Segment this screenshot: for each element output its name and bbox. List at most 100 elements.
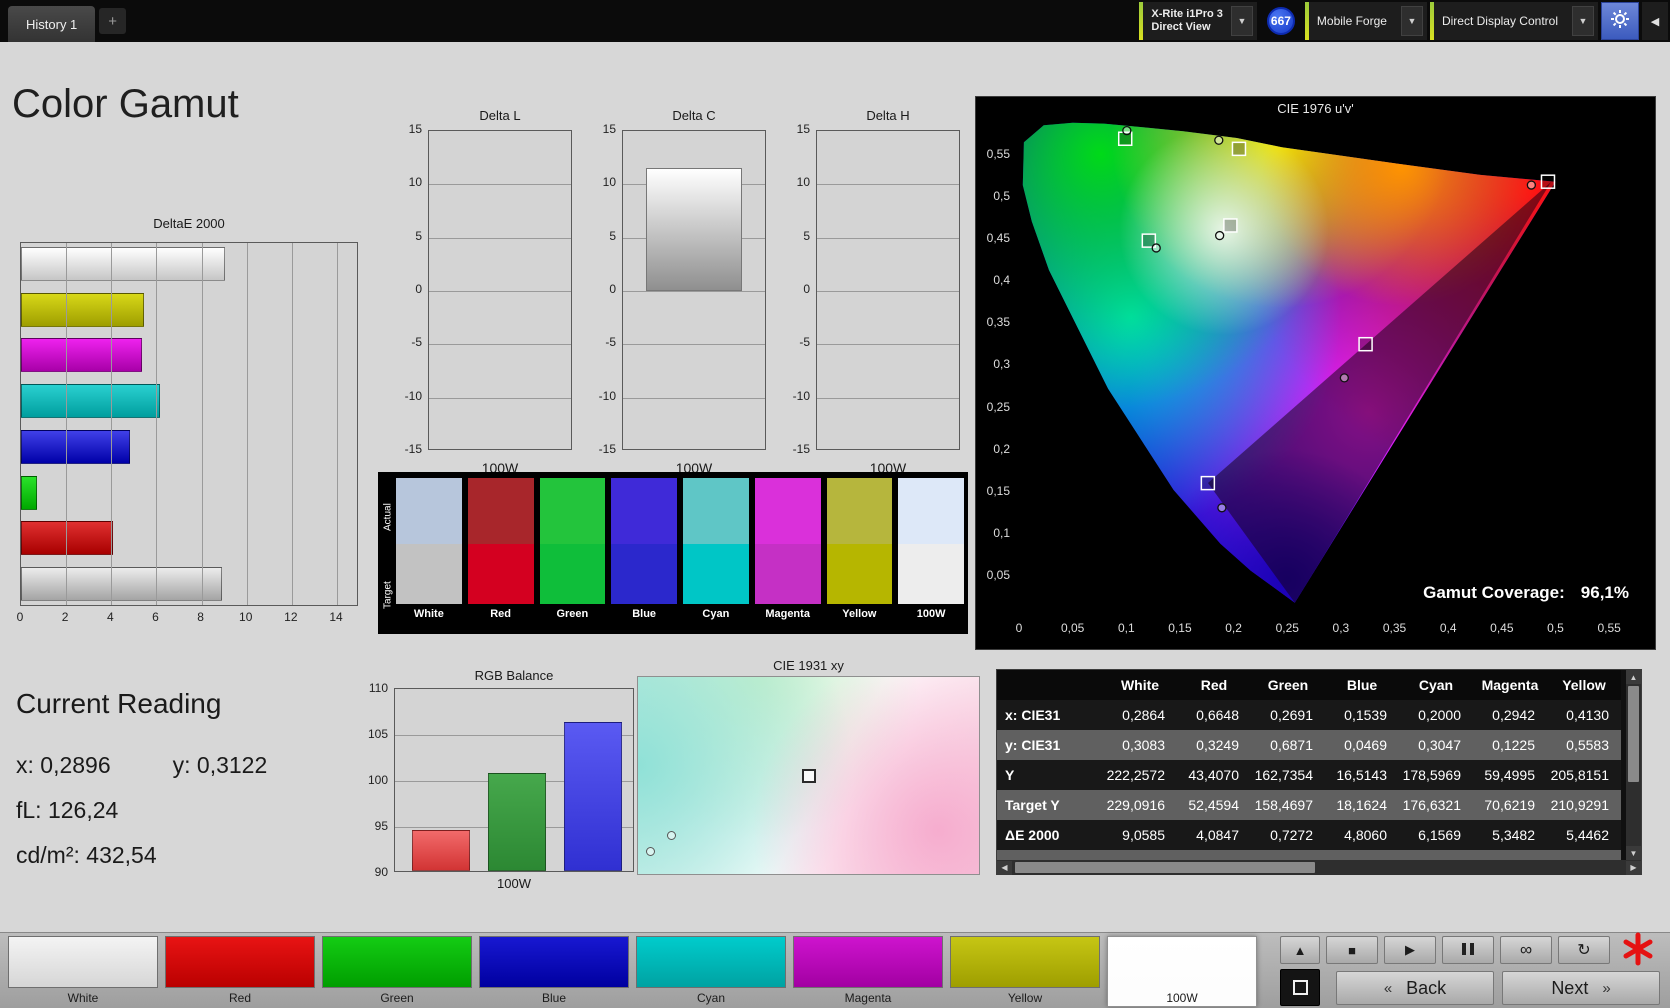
- table-header: Red: [1177, 670, 1251, 700]
- pattern-scroll-up-button[interactable]: ▲: [1280, 936, 1320, 964]
- gridline: [337, 243, 338, 605]
- stop-icon: ■: [1348, 943, 1356, 958]
- chart-title: Delta C: [622, 108, 766, 123]
- y-tick-label: 10: [398, 175, 422, 189]
- reading-x: x: 0,2896: [16, 752, 111, 779]
- pattern-window-button[interactable]: [1280, 969, 1320, 1006]
- xy-measured-point: [667, 831, 676, 840]
- gamut-coverage: Gamut Coverage: 96,1%: [1423, 583, 1629, 603]
- delta-l-chart: Delta L 151050-5-10-15 100W: [398, 108, 576, 488]
- pattern-swatch: [1109, 938, 1255, 988]
- cie1931-plot: [637, 676, 980, 875]
- cie-measured-blue: [1218, 504, 1226, 512]
- table-cell: 52,4594: [1177, 790, 1251, 820]
- pattern-swatch: [165, 936, 315, 988]
- y-tick-label: 0: [786, 282, 810, 296]
- pattern-button-magenta[interactable]: Magenta: [793, 936, 943, 1007]
- table-cell: 5,4462: [1547, 820, 1621, 850]
- play-button[interactable]: ▶: [1384, 936, 1436, 964]
- table-vertical-scrollbar[interactable]: ▲ ▼: [1626, 670, 1641, 860]
- table-header: [997, 670, 1103, 700]
- settings-button[interactable]: [1601, 2, 1639, 40]
- deltae2000-chart: DeltaE 2000 02468101214: [20, 216, 365, 636]
- window-square-icon: [1293, 980, 1308, 995]
- pattern-swatch: [636, 936, 786, 988]
- cie-target-white: [1224, 219, 1237, 232]
- rgb-bar-red: [412, 830, 470, 871]
- table-cell: 162,7354: [1251, 760, 1325, 790]
- current-reading: Current Reading x: 0,2896 y: 0,3122 fL: …: [16, 688, 267, 887]
- infinity-icon: ∞: [1520, 940, 1532, 960]
- x-tick-label: 4: [107, 610, 114, 624]
- y-tick-label: 0,2: [976, 442, 1010, 456]
- source-dropdown[interactable]: Mobile Forge ▼: [1305, 2, 1427, 40]
- table-cell: 0,6648: [1177, 700, 1251, 730]
- scrollbar-thumb[interactable]: [1015, 862, 1315, 873]
- delta-c-plot: [622, 130, 766, 450]
- pattern-button-green[interactable]: Green: [322, 936, 472, 1007]
- pattern-button-blue[interactable]: Blue: [479, 936, 629, 1007]
- next-button[interactable]: Next »: [1502, 971, 1660, 1005]
- pattern-button-white[interactable]: White: [8, 936, 158, 1007]
- pattern-label: 100W: [1109, 991, 1255, 1005]
- scroll-down-icon[interactable]: ▼: [1626, 846, 1641, 860]
- y-tick-label: 0: [398, 282, 422, 296]
- y-tick-label: 0,55: [976, 147, 1010, 161]
- pause-button[interactable]: [1442, 936, 1494, 964]
- chevron-down-icon[interactable]: ▼: [1231, 6, 1253, 36]
- gridline: [156, 243, 157, 605]
- cie1976-x-axis: 00,050,10,150,20,250,30,350,40,450,50,55: [976, 621, 1655, 637]
- delta-h-plot: [816, 130, 960, 450]
- pattern-label: White: [8, 991, 158, 1005]
- table-horizontal-scrollbar[interactable]: ◀ ▶: [997, 860, 1641, 875]
- chart-title: Delta L: [428, 108, 572, 123]
- gamut-coverage-value: 96,1%: [1581, 583, 1629, 603]
- pattern-bar: White RedGreenBlue Cyan Magenta Yellow 100W ▲…: [0, 932, 1670, 1008]
- table-cell: 0,2691: [1251, 700, 1325, 730]
- table-row-label: ΔE ITP: [997, 850, 1103, 860]
- add-tab-button[interactable]: +: [99, 8, 126, 34]
- table-cell: 0,3083: [1103, 730, 1177, 760]
- pattern-label: Cyan: [636, 991, 786, 1005]
- refresh-button[interactable]: ↻: [1558, 936, 1610, 964]
- meter-dropdown[interactable]: X-Rite i1Pro 3 Direct View ▼: [1139, 2, 1257, 40]
- rgb-bar-blue: [564, 722, 622, 871]
- actual-swatch: [898, 478, 964, 544]
- scroll-right-icon[interactable]: ▶: [1626, 861, 1641, 875]
- continuous-measure-button[interactable]: ∞: [1500, 936, 1552, 964]
- pattern-label: Yellow: [950, 991, 1100, 1005]
- scrollbar-thumb[interactable]: [1628, 686, 1639, 782]
- y-tick-label: -15: [786, 442, 810, 456]
- spectral-locus-fill: [1019, 112, 1655, 617]
- table-cell: 0,2000: [1399, 700, 1473, 730]
- actual-target-swatch-strip: Actual Target WhiteRedGreenBlueCyanMagen…: [378, 472, 968, 634]
- pattern-button-cyan[interactable]: Cyan: [636, 936, 786, 1007]
- pattern-button-yellow[interactable]: Yellow: [950, 936, 1100, 1007]
- scroll-up-icon[interactable]: ▲: [1626, 670, 1641, 684]
- chevron-glyph: ▼: [1579, 16, 1588, 26]
- table-cell: 0,3249: [1177, 730, 1251, 760]
- chevron-down-icon[interactable]: ▼: [1572, 6, 1594, 36]
- pattern-button-100w[interactable]: 100W: [1107, 936, 1257, 1007]
- top-bar-right: X-Rite i1Pro 3 Direct View ▼ 667 Mobile …: [1139, 0, 1670, 42]
- chevron-down-icon[interactable]: ▼: [1401, 6, 1423, 36]
- x-tick-label: 0,3: [1333, 621, 1350, 635]
- table-row-label: y: CIE31: [997, 730, 1103, 760]
- x-tick-label: 0,45: [1490, 621, 1513, 635]
- y-tick-label: 0,15: [976, 484, 1010, 498]
- swatch-column-white: White: [396, 478, 462, 634]
- measurement-table: WhiteRedGreenBlueCyanMagentaYellowx: CIE…: [996, 669, 1642, 875]
- stop-button[interactable]: ■: [1326, 936, 1378, 964]
- busy-indicator-button[interactable]: [1618, 933, 1658, 969]
- collapse-panel-button[interactable]: ◀: [1642, 2, 1668, 40]
- history-tab[interactable]: History 1: [8, 6, 95, 42]
- meter-mode: Direct View: [1151, 21, 1223, 34]
- display-control-dropdown[interactable]: Direct Display Control ▼: [1430, 2, 1598, 40]
- back-button[interactable]: « Back: [1336, 971, 1494, 1005]
- pattern-button-red[interactable]: Red: [165, 936, 315, 1007]
- y-tick-label: -5: [592, 335, 616, 349]
- table-header: Green: [1251, 670, 1325, 700]
- table-cell: 0,0469: [1325, 730, 1399, 760]
- pattern-swatch: [8, 936, 158, 988]
- scroll-left-icon[interactable]: ◀: [997, 861, 1012, 875]
